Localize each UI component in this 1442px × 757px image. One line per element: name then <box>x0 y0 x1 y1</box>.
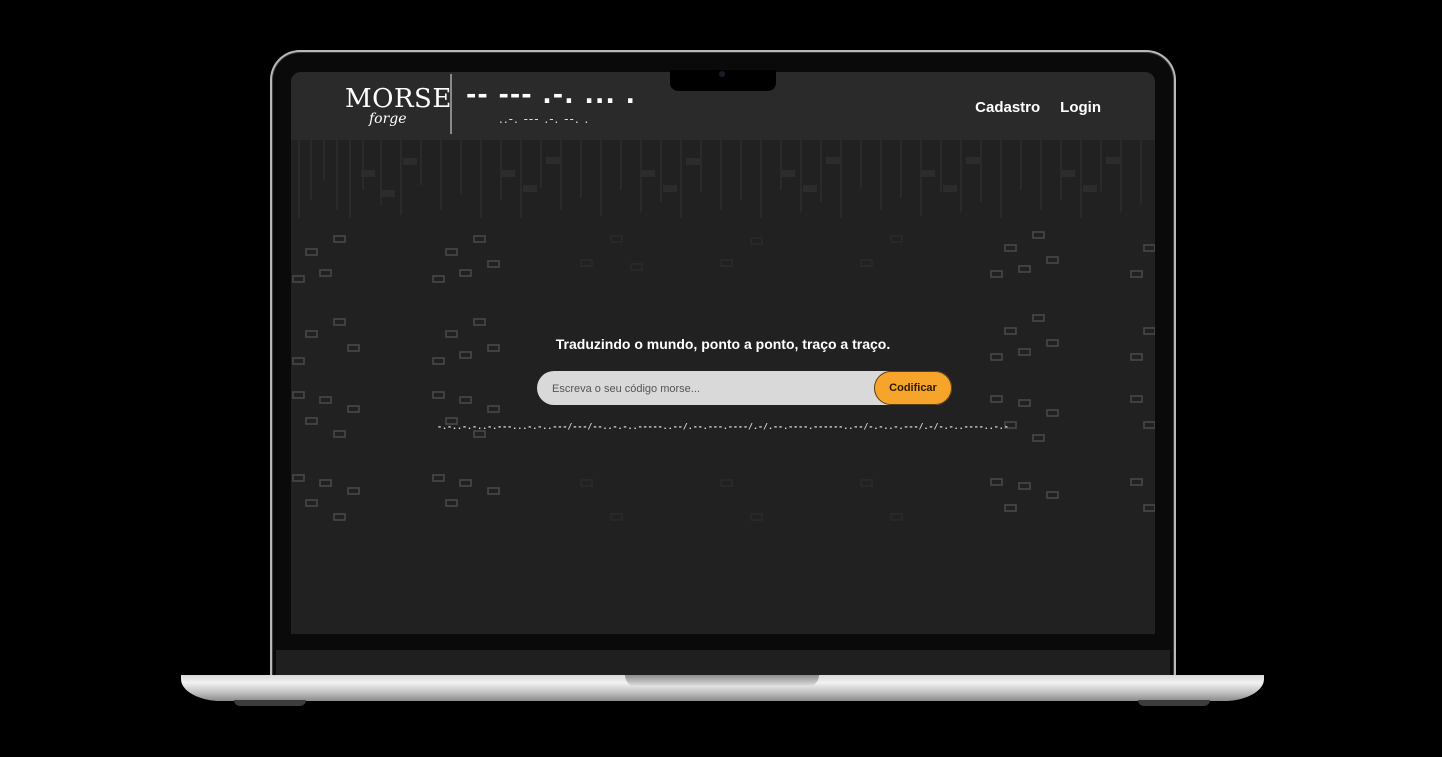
morse-logo-subtitle: ..-. --- .-. --. . <box>499 112 590 126</box>
signup-link[interactable]: Cadastro <box>975 99 1040 116</box>
logo-subtitle: forge <box>369 111 407 127</box>
laptop-hinge <box>625 675 819 687</box>
logo-title[interactable]: MORSE <box>345 84 452 114</box>
screen: MORSE forge -- --- .-. ... . ..-. --- .-… <box>291 72 1155 634</box>
hero-tagline: Traduzindo o mundo, ponto a ponto, traço… <box>555 336 891 352</box>
morse-input-bar: Codificar <box>537 371 952 407</box>
main-nav: Cadastro Login <box>975 99 1101 116</box>
camera-icon <box>719 71 725 77</box>
encode-button[interactable]: Codificar <box>874 371 952 405</box>
morse-logo-title: -- --- .-. ... . <box>466 80 637 109</box>
logo-divider <box>450 74 452 134</box>
laptop-foot-right <box>1138 700 1210 706</box>
laptop-foot-left <box>234 700 306 706</box>
laptop-bezel-bottom <box>276 650 1170 676</box>
login-link[interactable]: Login <box>1060 99 1101 116</box>
morse-input[interactable] <box>550 371 874 407</box>
morse-output: -.-..-.-..-.---...-.-..---/---/--..-.-..… <box>437 422 1009 431</box>
